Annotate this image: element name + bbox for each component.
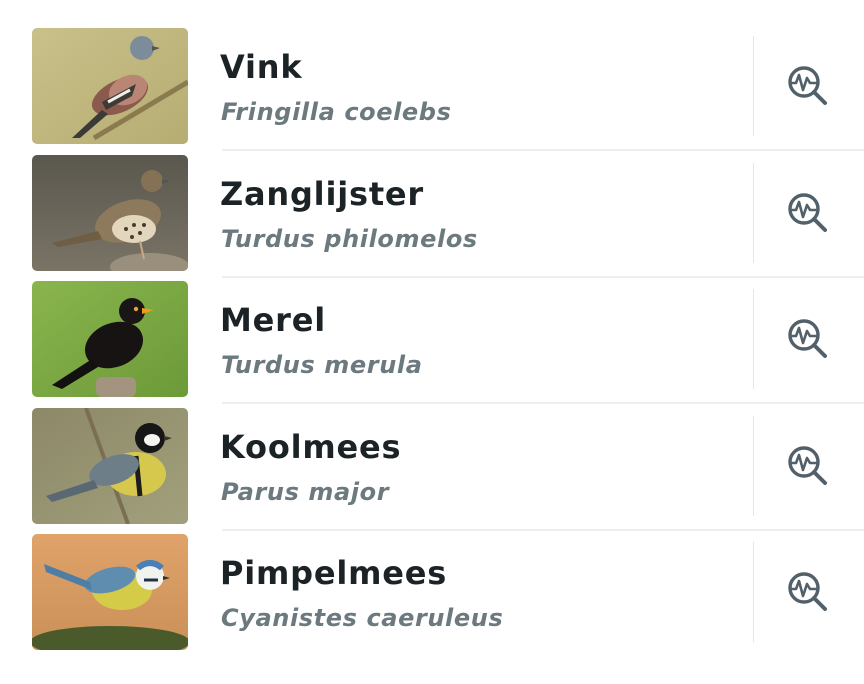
bird-photo — [32, 281, 188, 397]
search-spectrogram-button[interactable] — [768, 173, 848, 253]
list-item[interactable]: Merel Turdus merula — [0, 281, 864, 408]
bird-photo — [32, 534, 188, 650]
bird-scientific-name: Parus major — [221, 477, 390, 506]
bird-common-name: Pimpelmees — [220, 554, 448, 592]
divider — [222, 275, 864, 278]
list-item[interactable]: Koolmees Parus major — [0, 407, 864, 535]
list-item[interactable]: Pimpelmees Cyanistes caeruleus — [0, 534, 864, 661]
search-spectrogram-icon — [788, 192, 827, 232]
search-spectrogram-button[interactable] — [768, 426, 848, 506]
search-spectrogram-icon — [788, 319, 827, 358]
bird-scientific-name: Cyanistes caeruleus — [221, 604, 504, 632]
list-item[interactable]: Zanglijster Turdus philomelos — [0, 154, 864, 282]
bird-scientific-name: Turdus merula — [221, 351, 423, 379]
bird-common-name: Koolmees — [220, 427, 402, 466]
search-spectrogram-icon — [788, 445, 827, 485]
divider — [753, 542, 754, 642]
divider — [753, 289, 754, 389]
divider — [753, 36, 754, 136]
bird-photo — [32, 28, 188, 144]
divider — [753, 415, 754, 516]
divider — [222, 149, 864, 151]
divider — [753, 162, 754, 263]
bird-photo — [32, 154, 188, 271]
divider — [222, 402, 864, 404]
bird-common-name: Merel — [220, 301, 326, 339]
search-spectrogram-icon — [788, 572, 827, 611]
search-spectrogram-button[interactable] — [768, 46, 848, 126]
list-item[interactable]: Vink Fringilla coelebs — [0, 28, 864, 155]
bird-scientific-name: Turdus philomelos — [221, 224, 478, 253]
bird-list: Vink Fringilla coelebs Zanglijster Turdu… — [0, 28, 864, 661]
search-spectrogram-icon — [788, 66, 827, 105]
bird-common-name: Zanglijster — [220, 174, 425, 213]
divider — [222, 528, 864, 531]
bird-scientific-name: Fringilla coelebs — [221, 98, 452, 126]
bird-photo — [32, 407, 188, 524]
bird-common-name: Vink — [220, 48, 303, 86]
search-spectrogram-button[interactable] — [768, 552, 848, 632]
search-spectrogram-button[interactable] — [768, 299, 848, 379]
